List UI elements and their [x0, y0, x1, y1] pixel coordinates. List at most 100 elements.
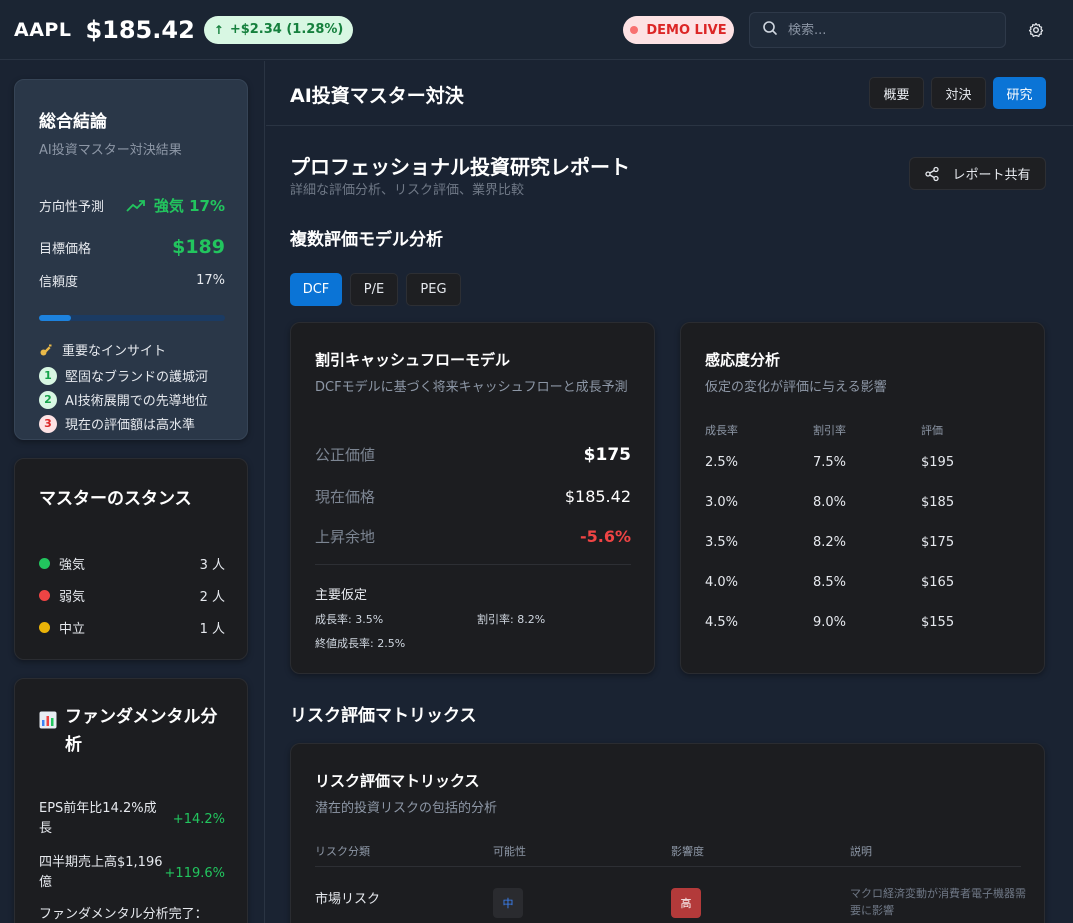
share-label: レポート共有	[952, 168, 1031, 183]
sensitivity-subtitle: 仮定の変化が評価に与える影響	[705, 380, 887, 395]
fair-value-label: 公正価値	[315, 446, 376, 464]
fair-value: $175	[583, 444, 631, 465]
column-header: 割引率	[813, 424, 846, 437]
tab-battle[interactable]: 対決	[931, 77, 986, 109]
risk-category: 市場リスク	[315, 892, 381, 907]
confidence-value: 17%	[196, 273, 225, 288]
key-icon	[39, 343, 53, 357]
table-cell: 8.2%	[813, 535, 847, 550]
table-cell: 3.0%	[705, 495, 739, 510]
stance-count: 2 人	[199, 590, 225, 605]
ticker-symbol: AAPL	[14, 18, 72, 41]
stance-label: 強気	[59, 558, 86, 573]
risk-subtitle: 潜在的投資リスクの包括的分析	[315, 801, 498, 816]
gear-icon[interactable]	[1025, 19, 1047, 41]
divider	[315, 866, 1021, 867]
summary-card: 総合結論 AI投資マスター対決結果 方向性予測 強気 17% 目標価格 $189…	[14, 79, 248, 440]
insight-item: 2 AI技術展開での先導地位	[39, 390, 208, 409]
impact-badge: 高	[671, 888, 701, 918]
insights-title: 重要なインサイト	[62, 344, 167, 359]
table-cell: 9.0%	[813, 615, 847, 630]
fundamental-row: EPS前年比14.2%成長 +14.2%	[39, 799, 225, 839]
risk-title: リスク評価マトリックス	[315, 772, 480, 790]
risk-panel: リスク評価マトリックス 潜在的投資リスクの包括的分析 リスク分類 可能性 影響度…	[290, 743, 1045, 923]
table-cell: 8.0%	[813, 495, 847, 510]
column-header: 影響度	[671, 845, 704, 858]
stance-title: マスターのスタンス	[39, 489, 192, 509]
model-tab-dcf[interactable]: DCF	[290, 273, 342, 306]
current-price-value: $185.42	[564, 487, 631, 506]
fundamental-text: EPS前年比14.2%成長	[39, 801, 157, 836]
risk-description: マクロ経済変動が消費者電子機器需要に影響	[850, 887, 1026, 917]
table-cell: 4.0%	[705, 575, 739, 590]
upside-label: 上昇余地	[315, 528, 376, 546]
column-header: リスク分類	[315, 845, 370, 858]
search-input[interactable]	[788, 22, 988, 38]
tab-overview[interactable]: 概要	[869, 77, 924, 109]
model-tab-pe[interactable]: P/E	[350, 273, 398, 306]
search-icon	[762, 20, 778, 40]
table-cell: $175	[921, 535, 955, 550]
table-cell: 4.5%	[705, 615, 739, 630]
likelihood-badge: 中	[493, 888, 523, 918]
tab-research[interactable]: 研究	[993, 77, 1046, 109]
bullish-dot-icon	[39, 558, 50, 569]
stance-row-bullish: 強気 3 人	[39, 554, 225, 573]
direction-value: 強気 17%	[126, 195, 225, 216]
trending-up-icon	[126, 199, 146, 213]
insight-item: 1 堅固なブランドの護城河	[39, 366, 208, 385]
arrow-up-icon: ↑	[213, 22, 224, 37]
current-price-row: 現在価格 $185.42	[315, 486, 631, 507]
live-dot-icon	[630, 26, 639, 34]
target-price-row: 目標価格 $189	[39, 236, 225, 258]
bar-chart-icon	[39, 711, 57, 733]
direction-label: 方向性予測	[39, 200, 105, 215]
stance-row-neutral: 中立 1 人	[39, 618, 225, 637]
search-box[interactable]	[749, 12, 1006, 48]
column-header: 可能性	[493, 845, 526, 858]
fundamental-row: ファンダメンタル分析完了：	[39, 905, 225, 923]
target-price-value: $189	[172, 236, 225, 258]
main-header: AI投資マスター対決 概要 対決 研究	[266, 61, 1073, 126]
report-title: プロフェッショナル投資研究レポート	[290, 155, 630, 179]
upside-value: -5.6%	[579, 527, 631, 546]
demo-live-label: DEMO LIVE	[646, 22, 727, 38]
sidebar: 総合結論 AI投資マスター対決結果 方向性予測 強気 17% 目標価格 $189…	[0, 61, 265, 923]
insight-item: 3 現在の評価額は高水準	[39, 414, 195, 433]
fundamental-title: ファンダメンタル分析	[65, 707, 218, 755]
column-header: 評価	[921, 424, 943, 437]
risk-heading: リスク評価マトリックス	[290, 706, 477, 726]
table-cell: 2.5%	[705, 455, 739, 470]
table-cell: 3.5%	[705, 535, 739, 550]
fundamental-value: +119.6%	[164, 865, 225, 881]
valuation-heading: 複数評価モデル分析	[290, 230, 443, 250]
dcf-subtitle: DCFモデルに基づく将来キャッシュフローと成長予測	[315, 380, 628, 395]
share-icon	[925, 166, 940, 181]
stance-card: マスターのスタンス 強気 3 人 弱気 2 人 中立 1 人	[14, 458, 248, 660]
share-report-button[interactable]: レポート共有	[909, 157, 1046, 190]
confidence-label: 信頼度	[39, 275, 79, 290]
report-subtitle: 詳細な評価分析、リスク評価、業界比較	[290, 183, 525, 198]
fair-value-row: 公正価値 $175	[315, 444, 631, 465]
confidence-bar	[39, 315, 225, 321]
current-price-label: 現在価格	[315, 488, 376, 506]
summary-subtitle: AI投資マスター対決結果	[39, 143, 182, 158]
stock-price: $185.42	[85, 15, 195, 44]
insight-number: 1	[39, 366, 57, 385]
page-title: AI投資マスター対決	[290, 85, 464, 107]
model-tab-peg[interactable]: PEG	[406, 273, 461, 306]
table-cell: $155	[921, 615, 955, 630]
stance-count: 3 人	[199, 558, 225, 573]
summary-title: 総合結論	[39, 112, 107, 132]
price-change-value: +$2.34 (1.28%)	[229, 22, 344, 37]
table-cell: $165	[921, 575, 955, 590]
insights-heading: 重要なインサイト	[39, 340, 166, 359]
direction-text: 強気 17%	[153, 197, 225, 215]
fundamental-value: +14.2%	[172, 811, 225, 827]
insight-number: 3	[39, 414, 57, 433]
insight-number: 2	[39, 390, 57, 409]
sensitivity-panel: 感応度分析 仮定の変化が評価に与える影響 成長率 割引率 評価 2.5% 7.5…	[680, 322, 1045, 674]
dcf-title: 割引キャッシュフローモデル	[315, 351, 511, 369]
divider	[315, 564, 631, 565]
insight-text: 堅固なブランドの護城河	[65, 370, 209, 385]
